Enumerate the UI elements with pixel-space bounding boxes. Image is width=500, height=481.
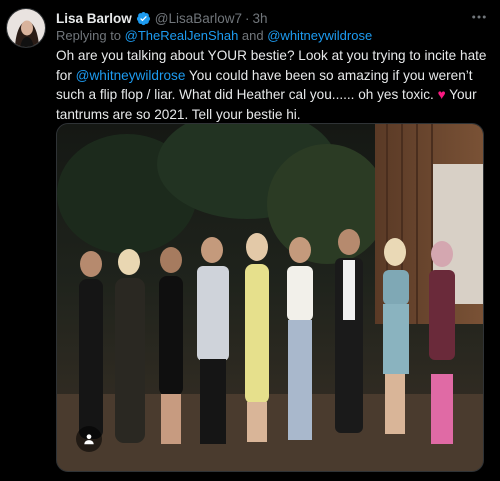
tweet-photo[interactable] bbox=[56, 123, 484, 472]
author-name[interactable]: Lisa Barlow bbox=[56, 11, 132, 26]
replying-to: Replying to @TheRealJenShah and @whitney… bbox=[56, 28, 372, 43]
tweet[interactable]: Lisa Barlow @LisaBarlow7 · 3h Replying t… bbox=[0, 0, 500, 481]
author-handle[interactable]: @LisaBarlow7 bbox=[155, 11, 242, 26]
reply-joiner: and bbox=[238, 28, 268, 43]
tweet-header: Lisa Barlow @LisaBarlow7 · 3h bbox=[56, 9, 268, 27]
reply-mention-jenshah[interactable]: @TheRealJenShah bbox=[125, 28, 239, 43]
avatar-image bbox=[7, 9, 45, 47]
separator-dot: · bbox=[245, 10, 250, 26]
heart-emoji-icon: ♥ bbox=[437, 87, 446, 103]
timestamp[interactable]: 3h bbox=[253, 11, 268, 26]
avatar[interactable] bbox=[6, 8, 46, 48]
verified-badge-icon bbox=[136, 11, 151, 26]
more-icon[interactable] bbox=[470, 8, 488, 31]
group-photo-image bbox=[57, 124, 483, 471]
reply-prefix: Replying to bbox=[56, 28, 125, 43]
tweet-mention-whitneywildrose[interactable]: @whitneywildrose bbox=[76, 68, 186, 83]
reply-mention-whitneywildrose[interactable]: @whitneywildrose bbox=[267, 28, 372, 43]
tweet-text: Oh are you talking about YOUR bestie? Lo… bbox=[56, 46, 488, 124]
person-tag-icon[interactable] bbox=[76, 426, 102, 452]
